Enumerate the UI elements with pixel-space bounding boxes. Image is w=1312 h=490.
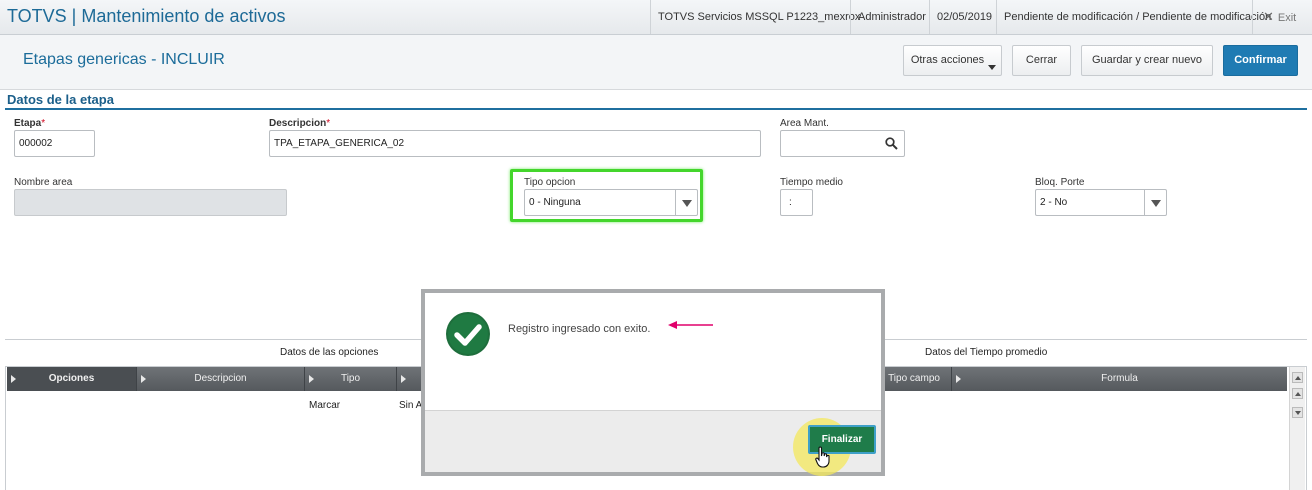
other-actions-button[interactable]: Otras acciones — [903, 45, 1002, 76]
area-mant-label: Area Mant. — [780, 118, 829, 129]
tipo-opcion-select[interactable]: 0 - Ninguna — [524, 189, 698, 216]
close-icon: ✕ — [1263, 9, 1274, 24]
area-mant-field[interactable] — [780, 130, 905, 157]
scroll-up-icon[interactable] — [1292, 372, 1303, 383]
etapa-field[interactable]: 000002 — [14, 130, 95, 157]
app-header: TOTVS | Mantenimiento de activos TOTVS S… — [0, 0, 1312, 35]
chevron-down-icon — [988, 65, 996, 70]
section-divider — [5, 108, 1307, 110]
scroll-up-icon[interactable] — [1292, 388, 1303, 399]
dialog-message: Registro ingresado con exito. — [508, 323, 651, 335]
annotation-arrow-icon — [668, 321, 713, 329]
table-cell[interactable]: Sin A — [399, 400, 422, 411]
search-icon[interactable] — [885, 137, 898, 150]
table-cell[interactable]: Marcar — [309, 400, 340, 411]
descripcion-field[interactable]: TPA_ETAPA_GENERICA_02 — [269, 130, 761, 157]
exit-label: Exit — [1277, 12, 1297, 24]
tab-options[interactable]: Datos de las opciones — [280, 347, 378, 358]
column-arrow-icon — [11, 375, 16, 383]
status-label: Pendiente de modificación / Pendiente de… — [996, 0, 1278, 34]
section-title: Datos de la etapa — [7, 92, 114, 107]
tipo-opcion-label: Tipo opcion — [524, 177, 576, 188]
other-actions-label: Otras acciones — [910, 54, 985, 66]
descripcion-label: Descripcion* — [269, 118, 331, 129]
tiempo-medio-label: Tiempo medio — [780, 177, 843, 188]
column-header-descripcion[interactable]: Descripcion — [137, 367, 305, 391]
close-button[interactable]: Cerrar — [1012, 45, 1071, 76]
column-header-tipo-campo[interactable]: Tipo campo — [877, 367, 952, 391]
column-arrow-icon — [401, 375, 406, 383]
nombre-area-label: Nombre area — [14, 177, 73, 188]
bloq-porte-label: Bloq. Porte — [1035, 177, 1085, 188]
column-header-opciones[interactable]: Opciones — [7, 367, 137, 391]
app-title: TOTVS | Mantenimiento de activos — [7, 6, 286, 26]
check-circle-icon — [446, 312, 490, 356]
scroll-down-icon[interactable] — [1292, 407, 1303, 418]
column-arrow-icon — [141, 375, 146, 383]
confirm-button[interactable]: Confirmar — [1223, 45, 1298, 76]
page-title: Etapas genericas - INCLUIR — [23, 51, 225, 68]
page-header: Etapas genericas - INCLUIR Otras accione… — [0, 35, 1312, 90]
tab-average-time[interactable]: Datos del Tiempo promedio — [925, 347, 1047, 358]
dropdown-arrow-icon — [675, 190, 697, 215]
etapa-label: Etapa* — [14, 118, 46, 129]
bloq-porte-value: 2 - No — [1040, 197, 1068, 208]
vertical-scrollbar[interactable] — [1289, 367, 1305, 490]
tiempo-medio-field[interactable]: : — [780, 189, 813, 216]
user-label: Administrador — [850, 0, 933, 34]
environment-label: TOTVS Servicios MSSQL P1223_mexrox — [650, 0, 867, 34]
exit-button[interactable]: ✕ Exit — [1252, 0, 1312, 34]
save-and-new-button[interactable]: Guardar y crear nuevo — [1081, 45, 1213, 76]
column-arrow-icon — [956, 375, 961, 383]
bloq-porte-select[interactable]: 2 - No — [1035, 189, 1167, 216]
nombre-area-field — [14, 189, 287, 216]
hand-cursor-icon — [815, 446, 830, 468]
column-header-tipo[interactable]: Tipo — [305, 367, 397, 391]
column-arrow-icon — [309, 375, 314, 383]
column-header-formula[interactable]: Formula — [952, 367, 1287, 391]
tipo-opcion-value: 0 - Ninguna — [529, 197, 581, 208]
dropdown-arrow-icon — [1144, 190, 1166, 215]
date-label: 02/05/2019 — [929, 0, 999, 34]
